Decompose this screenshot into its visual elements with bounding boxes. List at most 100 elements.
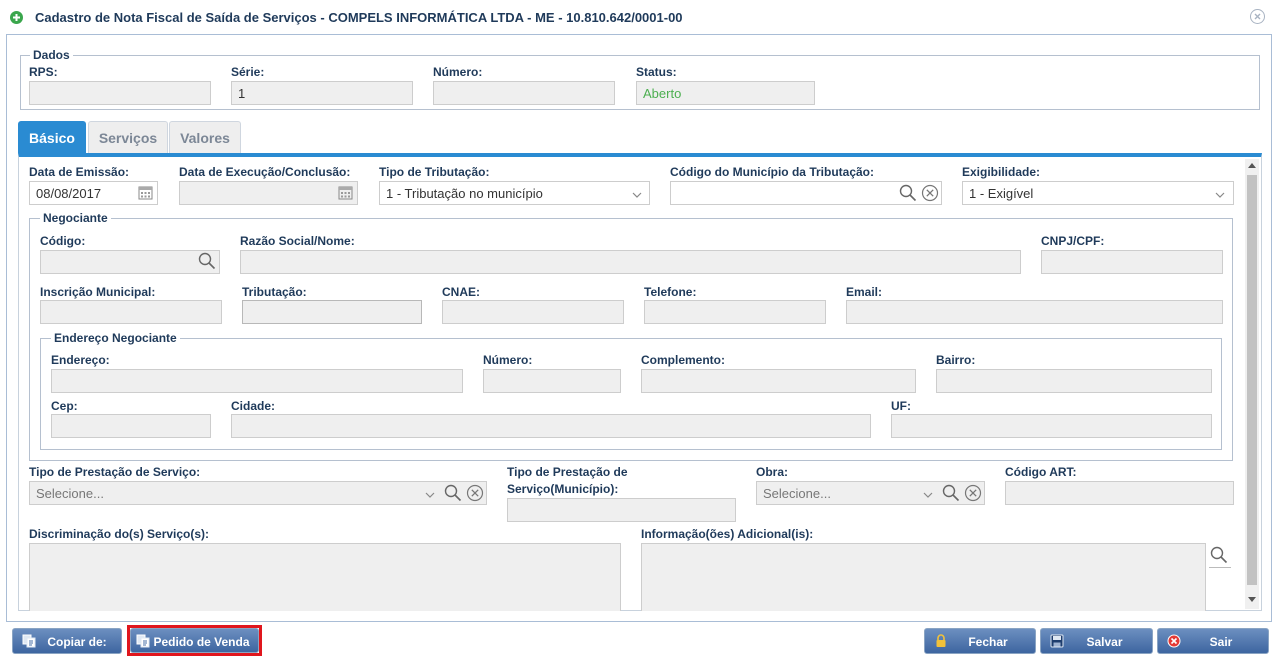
dados-legend: Dados <box>30 48 73 62</box>
copiar-de-button[interactable]: Copiar de: <box>12 628 122 654</box>
tipo-prestacao-label: Tipo de Prestação de Serviço: <box>29 465 201 479</box>
end-numero-field[interactable] <box>483 369 621 393</box>
sair-label: Sair <box>1209 635 1233 649</box>
exigibilidade-label: Exigibilidade: <box>962 165 1041 179</box>
tributacao-label: Tributação: <box>242 285 307 299</box>
pedido-de-venda-label: Pedido de Venda <box>153 635 250 649</box>
scrollbar[interactable] <box>1245 159 1259 609</box>
window-app-icon <box>10 11 23 24</box>
search-underline <box>1209 567 1231 568</box>
scroll-up-icon[interactable] <box>1248 163 1256 168</box>
cnae-label: CNAE: <box>442 285 480 299</box>
codigo-field[interactable] <box>40 250 220 274</box>
clear-icon[interactable] <box>466 484 484 502</box>
clear-icon[interactable] <box>921 184 939 202</box>
salvar-button[interactable]: Salvar <box>1040 628 1153 654</box>
data-emissao-value: 08/08/2017 <box>36 186 102 201</box>
complemento-field[interactable] <box>641 369 916 393</box>
chevron-down-icon[interactable] <box>632 188 642 198</box>
codigo-art-field[interactable] <box>1005 481 1234 505</box>
tipo-tributacao-select[interactable]: 1 - Tributação no município <box>379 181 650 205</box>
bairro-field[interactable] <box>936 369 1212 393</box>
search-icon[interactable] <box>444 484 462 502</box>
numero-field[interactable] <box>433 81 615 105</box>
fechar-button[interactable]: Fechar <box>924 628 1036 654</box>
email-label: Email: <box>846 285 883 299</box>
search-icon[interactable] <box>942 484 960 502</box>
uf-field[interactable] <box>891 414 1212 438</box>
tipo-tributacao-value: 1 - Tributação no município <box>386 186 543 201</box>
data-execucao-label: Data de Execução/Conclusão: <box>179 165 351 179</box>
calendar-icon[interactable] <box>138 185 153 200</box>
scroll-thumb[interactable] <box>1247 175 1257 585</box>
telefone-label: Telefone: <box>644 285 697 299</box>
cep-field[interactable] <box>51 414 211 438</box>
telefone-field[interactable] <box>644 300 826 324</box>
tab-basico[interactable]: Básico <box>18 121 86 154</box>
tipo-prestacao-mun-field[interactable] <box>507 498 736 522</box>
cidade-label: Cidade: <box>231 399 276 413</box>
rps-label: RPS: <box>29 65 58 79</box>
rps-field[interactable] <box>29 81 211 105</box>
cnae-field[interactable] <box>442 300 624 324</box>
copiar-de-label: Copiar de: <box>47 635 107 649</box>
search-icon[interactable] <box>198 252 216 270</box>
fechar-label: Fechar <box>968 635 1008 649</box>
chevron-down-icon[interactable] <box>1215 188 1225 198</box>
negociante-legend: Negociante <box>40 211 111 225</box>
serie-field[interactable]: 1 <box>231 81 413 105</box>
tab-valores[interactable]: Valores <box>169 121 241 154</box>
serie-label: Série: <box>231 65 265 79</box>
endereco-legend: Endereço Negociante <box>51 331 180 345</box>
title-bar: Cadastro de Nota Fiscal de Saída de Serv… <box>0 0 1277 34</box>
calendar-icon[interactable] <box>338 185 353 200</box>
endereco-label: Endereço: <box>51 353 110 367</box>
informacao-label: Informação(ões) Adicional(is): <box>641 527 814 541</box>
close-window-icon[interactable] <box>1250 9 1265 24</box>
pedido-de-venda-button[interactable]: Pedido de Venda <box>130 628 259 653</box>
chevron-down-icon[interactable] <box>425 488 435 498</box>
tab-servicos[interactable]: Serviços <box>88 121 168 154</box>
search-icon[interactable] <box>1210 546 1228 564</box>
status-label: Status: <box>636 65 677 79</box>
tributacao-field[interactable] <box>242 300 422 324</box>
exigibilidade-value: 1 - Exigível <box>969 186 1034 201</box>
clear-icon[interactable] <box>964 484 982 502</box>
tipo-prestacao-mun-label-1: Tipo de Prestação de <box>507 465 628 479</box>
cidade-field[interactable] <box>231 414 871 438</box>
window-title: Cadastro de Nota Fiscal de Saída de Serv… <box>35 10 683 25</box>
scroll-down-icon[interactable] <box>1248 597 1256 602</box>
complemento-label: Complemento: <box>641 353 725 367</box>
bairro-label: Bairro: <box>936 353 976 367</box>
informacao-textarea[interactable] <box>641 543 1206 611</box>
tipo-prestacao-mun-label-2: Serviço(Município): <box>507 482 619 496</box>
inscricao-label: Inscrição Municipal: <box>40 285 156 299</box>
search-icon[interactable] <box>899 184 917 202</box>
status-field: Aberto <box>636 81 815 105</box>
razao-social-field[interactable] <box>240 250 1021 274</box>
chevron-down-icon[interactable] <box>923 488 933 498</box>
razao-social-label: Razão Social/Nome: <box>240 234 355 248</box>
discriminacao-label: Discriminação do(s) Serviço(s): <box>29 527 210 541</box>
data-execucao-field[interactable] <box>179 181 358 205</box>
discriminacao-textarea[interactable] <box>29 543 621 611</box>
sair-button[interactable]: Sair <box>1157 628 1269 654</box>
exigibilidade-select[interactable]: 1 - Exigível <box>962 181 1234 205</box>
cnpj-label: CNPJ/CPF: <box>1041 234 1105 248</box>
tipo-tributacao-label: Tipo de Tributação: <box>379 165 490 179</box>
email-field[interactable] <box>846 300 1223 324</box>
codigo-art-label: Código ART: <box>1005 465 1077 479</box>
uf-label: UF: <box>891 399 911 413</box>
inscricao-field[interactable] <box>40 300 222 324</box>
obra-placeholder: Selecione... <box>763 486 831 501</box>
endereco-field[interactable] <box>51 369 463 393</box>
cnpj-field[interactable] <box>1041 250 1223 274</box>
obra-label: Obra: <box>756 465 789 479</box>
cep-label: Cep: <box>51 399 78 413</box>
codigo-municipio-label: Código do Município da Tributação: <box>670 165 874 179</box>
end-numero-label: Número: <box>483 353 533 367</box>
data-emissao-label: Data de Emissão: <box>29 165 130 179</box>
tipo-prestacao-select[interactable]: Selecione... <box>29 481 487 505</box>
numero-label: Número: <box>433 65 483 79</box>
tipo-prestacao-placeholder: Selecione... <box>36 486 104 501</box>
